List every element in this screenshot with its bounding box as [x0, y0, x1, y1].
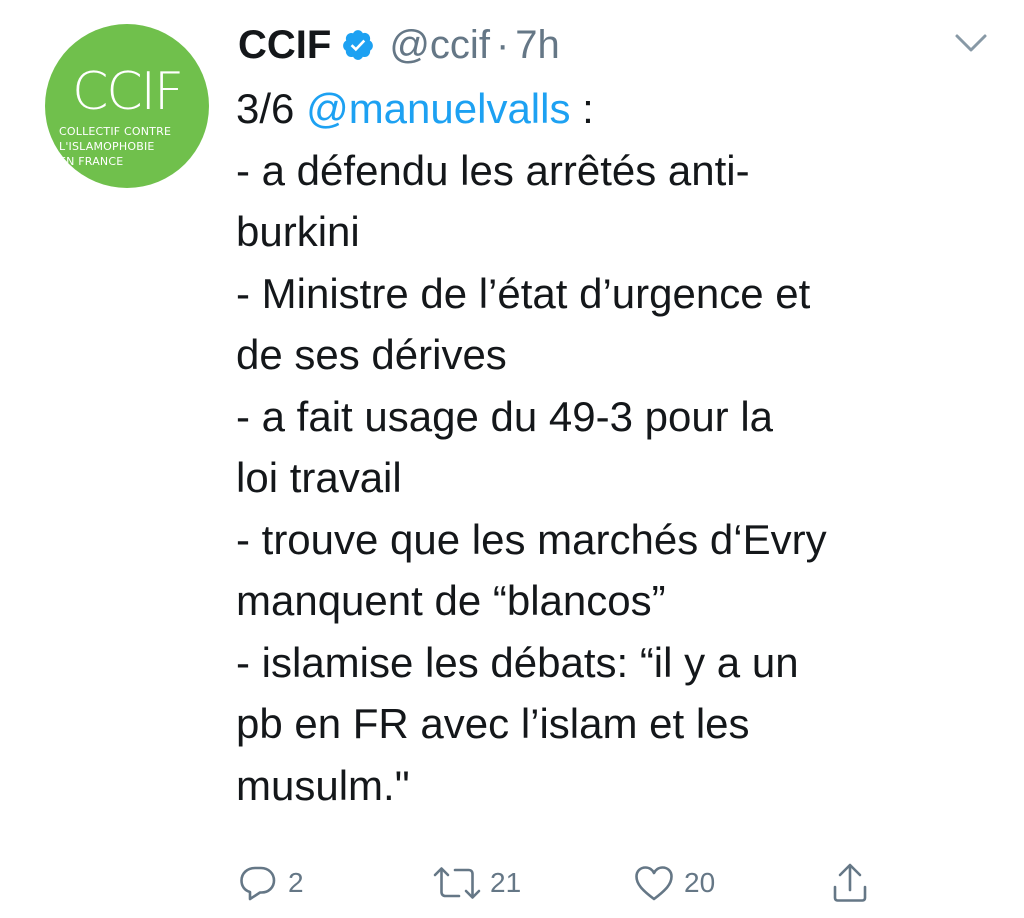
tweet-text-line: - islamise les débats: “il y a un [236, 638, 799, 686]
chevron-down-icon[interactable] [954, 32, 988, 54]
share-button[interactable] [830, 858, 870, 908]
tweet-text-line: manquent de “blancos” [236, 577, 666, 624]
avatar-logo-subtitle: COLLECTIF CONTRE L'ISLAMOPHOBIE EN FRANC… [59, 124, 171, 169]
tweet-text-line: - a défendu les arrêtés anti- [236, 146, 750, 194]
action-bar: 2 21 20 [236, 858, 996, 908]
retweet-count: 21 [490, 867, 522, 898]
retweet-button[interactable]: 21 [432, 858, 521, 908]
tweet-text-line: musulm." [236, 761, 410, 809]
verified-badge-icon [341, 28, 375, 62]
tweet-text-line: 3/6 @manuelvalls : [236, 78, 1006, 140]
reply-count: 2 [288, 867, 304, 898]
tweet-text-line: loi travail [236, 454, 402, 501]
avatar-logo-line: COLLECTIF CONTRE [59, 125, 172, 138]
display-name[interactable]: CCIF [238, 23, 331, 68]
reply-icon [240, 866, 276, 901]
like-button[interactable]: 20 [632, 858, 715, 908]
separator-dot: · [495, 22, 510, 67]
tweet-header: CCIF @ccif · 7h [238, 20, 560, 70]
tweet-text-line: - a fait usage du 49-3 pour la [236, 392, 774, 440]
text-fragment: 3/6 [236, 85, 307, 132]
text-fragment: : [570, 85, 594, 132]
like-icon [635, 866, 673, 901]
share-icon [833, 863, 867, 902]
retweet-icon [433, 867, 481, 899]
mention-link[interactable]: @manuelvalls [306, 85, 570, 132]
avatar[interactable]: CCIF COLLECTIF CONTRE L'ISLAMOPHOBIE EN … [45, 24, 209, 188]
tweet: CCIF COLLECTIF CONTRE L'ISLAMOPHOBIE EN … [0, 0, 1024, 918]
like-count: 20 [684, 867, 716, 898]
tweet-text-line: de ses dérives [236, 331, 507, 378]
reply-button[interactable]: 2 [236, 858, 304, 908]
avatar-logo-line: EN FRANCE [59, 155, 124, 168]
tweet-text: 3/6 @manuelvalls : - a défendu les arrêt… [236, 78, 1006, 816]
tweet-text-line: - Ministre de l’état d’urgence et [236, 269, 811, 317]
tweet-text-line: burkini [236, 208, 360, 255]
avatar-logo-line: L'ISLAMOPHOBIE [59, 140, 155, 153]
user-handle[interactable]: @ccif [389, 23, 490, 68]
timestamp[interactable]: 7h [515, 23, 560, 68]
tweet-text-line: - trouve que les marchés d‘Evry [236, 515, 827, 563]
avatar-logo-text: CCIF [72, 62, 184, 122]
tweet-text-line: pb en FR avec l’islam et les [236, 700, 750, 747]
